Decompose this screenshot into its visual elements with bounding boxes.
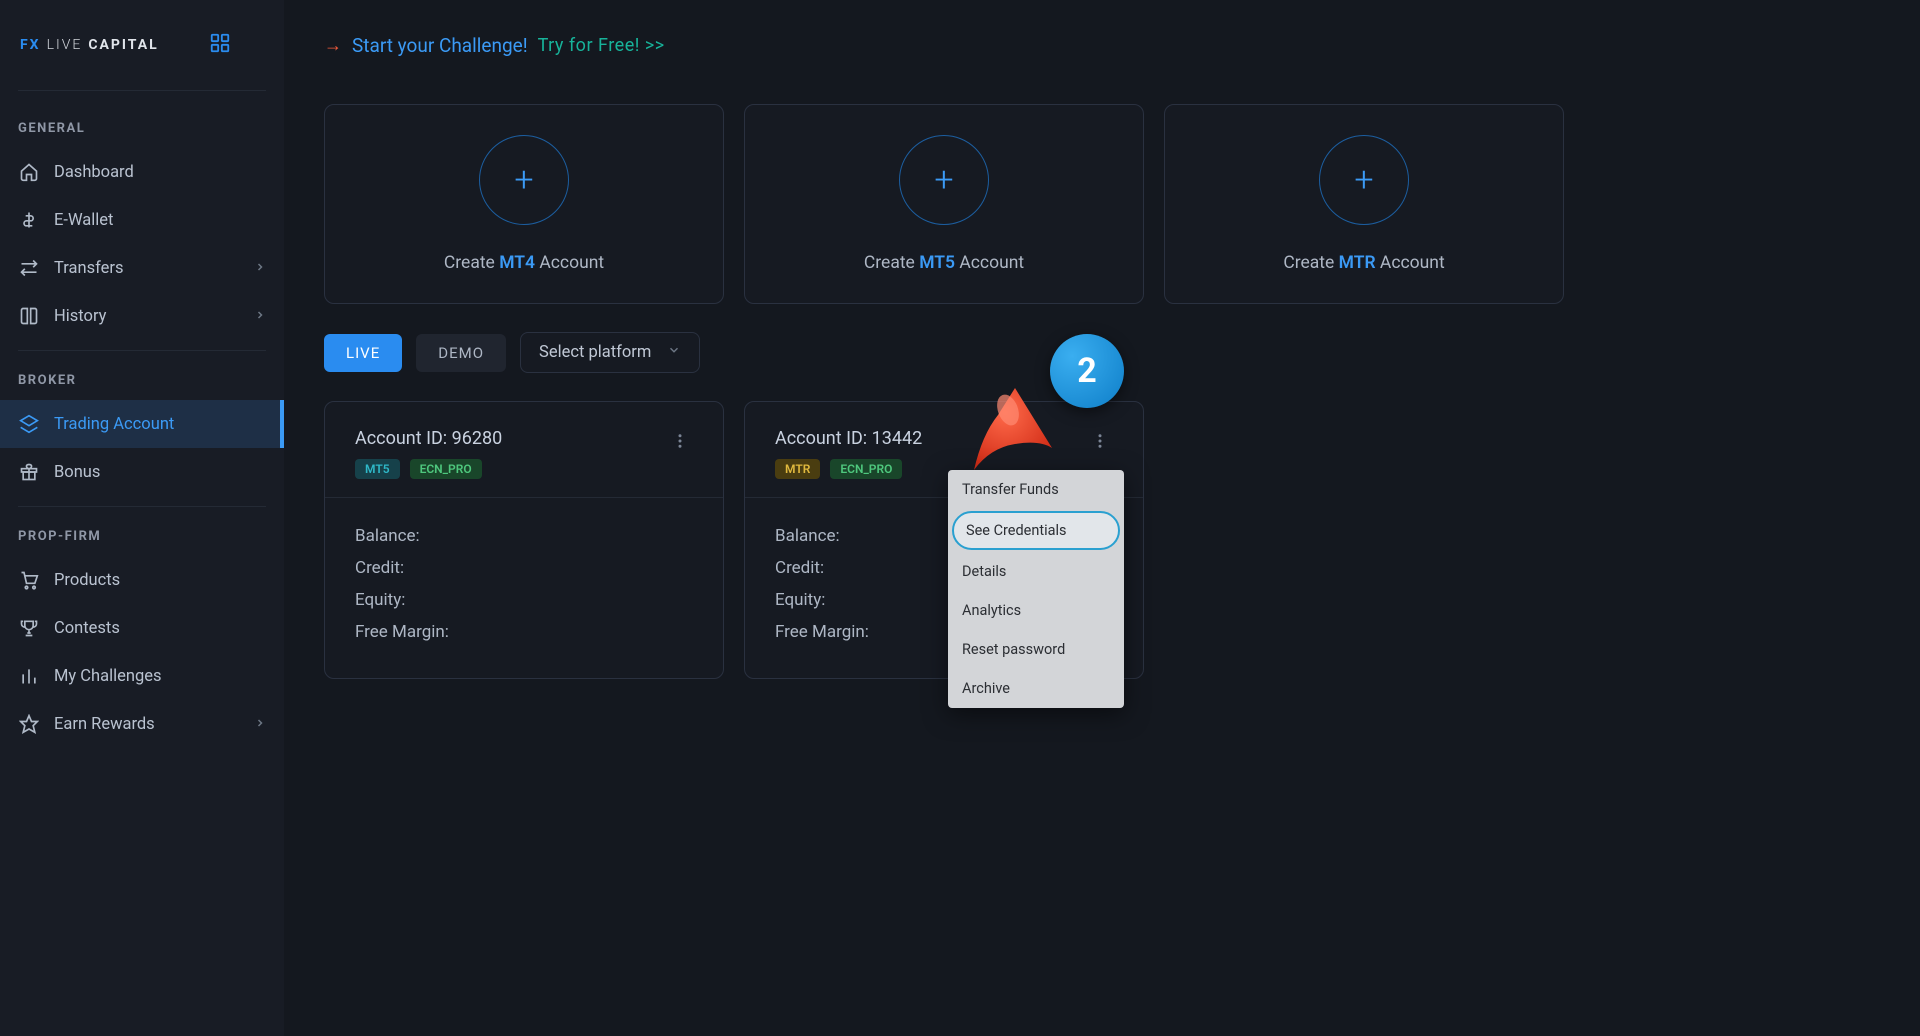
logo-capital: CAPITAL (88, 37, 158, 53)
dropdown-item-see-credentials[interactable]: See Credentials (952, 511, 1120, 550)
create-mt4-card[interactable]: + Create MT4 Account (324, 104, 724, 304)
plus-icon: + (899, 135, 989, 225)
sidebar-item-label: Earn Rewards (54, 715, 155, 734)
logo-live: LIVE (47, 37, 83, 53)
sidebar-item-label: History (54, 307, 107, 326)
chevron-right-icon (254, 259, 266, 278)
account-id: Account ID: 13442 (775, 428, 922, 449)
plus-icon: + (1319, 135, 1409, 225)
filter-live-button[interactable]: LIVE (324, 334, 402, 372)
topbar: → Start your Challenge! Try for Free! >> (284, 0, 1920, 90)
filter-demo-button[interactable]: DEMO (416, 334, 506, 372)
sidebar-item-label: Trading Account (54, 415, 174, 434)
dropdown-item-archive[interactable]: Archive (948, 669, 1124, 708)
sidebar-item-contests[interactable]: Contests (0, 604, 284, 652)
star-icon (18, 714, 40, 734)
chevron-right-icon (254, 307, 266, 326)
select-platform-label: Select platform (539, 343, 651, 362)
plus-icon: + (479, 135, 569, 225)
sidebar-item-label: Transfers (54, 259, 124, 278)
dollar-icon (18, 210, 40, 230)
account-header: Account ID: 96280 MT5 ECN_PRO (325, 402, 723, 497)
start-challenge-link[interactable]: Start your Challenge! (352, 34, 528, 57)
arrow-right-icon: → (324, 35, 342, 56)
annotation-step-badge: 2 (1050, 334, 1124, 408)
sidebar-item-ewallet[interactable]: E-Wallet (0, 196, 284, 244)
stat-row: Free Margin: (355, 616, 693, 648)
stat-row: Equity: (355, 584, 693, 616)
annotation-cursor-icon (960, 380, 1060, 484)
select-platform-dropdown[interactable]: Select platform (520, 332, 700, 373)
logo: FX LIVE CAPITAL (20, 37, 159, 53)
dropdown-item-details[interactable]: Details (948, 552, 1124, 591)
sidebar-top: FX LIVE CAPITAL (0, 0, 284, 90)
stat-row: Balance: (355, 520, 693, 552)
sidebar-divider (18, 506, 266, 507)
sidebar-item-label: Dashboard (54, 163, 134, 182)
try-free-link[interactable]: Try for Free! >> (538, 35, 665, 56)
sidebar-item-bonus[interactable]: Bonus (0, 448, 284, 496)
bar-chart-icon (18, 666, 40, 686)
tag-mt5: MT5 (355, 459, 400, 479)
tag-ecn-pro: ECN_PRO (410, 459, 482, 479)
sidebar-item-history[interactable]: History (0, 292, 284, 340)
create-card-label: Create MTR Account (1283, 253, 1444, 273)
sidebar-item-label: Bonus (54, 463, 100, 482)
dropdown-item-reset-password[interactable]: Reset password (948, 630, 1124, 669)
sidebar-item-trading-account[interactable]: Trading Account (0, 400, 284, 448)
stat-row: Credit: (355, 552, 693, 584)
sidebar-item-label: My Challenges (54, 667, 162, 686)
main-content: → Start your Challenge! Try for Free! >>… (284, 0, 1920, 1036)
account-body: Balance: Credit: Equity: Free Margin: (325, 498, 723, 678)
tag-mtr: MTR (775, 459, 820, 479)
create-cards-row: + Create MT4 Account + Create MT5 Accoun… (324, 104, 1880, 304)
sidebar-item-products[interactable]: Products (0, 556, 284, 604)
sidebar-item-dashboard[interactable]: Dashboard (0, 148, 284, 196)
trophy-icon (18, 618, 40, 638)
account-menu-button[interactable] (667, 428, 693, 458)
sidebar-section-broker: BROKER (0, 361, 284, 400)
sidebar-divider (18, 350, 266, 351)
create-mt5-card[interactable]: + Create MT5 Account (744, 104, 1144, 304)
account-menu-button[interactable] (1087, 428, 1113, 458)
layers-icon (18, 414, 40, 434)
book-icon (18, 306, 40, 326)
account-actions-dropdown: Transfer Funds See Credentials Details A… (948, 470, 1124, 708)
sidebar-item-label: E-Wallet (54, 211, 113, 230)
dropdown-item-analytics[interactable]: Analytics (948, 591, 1124, 630)
logo-fx: FX (20, 37, 41, 53)
account-id: Account ID: 96280 (355, 428, 502, 449)
sidebar-section-propfirm: PROP-FIRM (0, 517, 284, 556)
gift-icon (18, 462, 40, 482)
home-icon (18, 162, 40, 182)
chevron-right-icon (254, 715, 266, 734)
sidebar-item-label: Contests (54, 619, 120, 638)
cart-icon (18, 570, 40, 590)
sidebar-item-transfers[interactable]: Transfers (0, 244, 284, 292)
account-tags: MT5 ECN_PRO (355, 459, 502, 479)
sidebar: FX LIVE CAPITAL GENERAL Dashboard E-Wall… (0, 0, 284, 1036)
account-card: Account ID: 96280 MT5 ECN_PRO Balance: (324, 401, 724, 679)
create-card-label: Create MT5 Account (864, 253, 1024, 273)
account-tags: MTR ECN_PRO (775, 459, 922, 479)
sidebar-item-my-challenges[interactable]: My Challenges (0, 652, 284, 700)
sidebar-item-label: Products (54, 571, 120, 590)
create-mtr-card[interactable]: + Create MTR Account (1164, 104, 1564, 304)
sidebar-divider (18, 90, 266, 91)
sidebar-section-general: GENERAL (0, 109, 284, 148)
chevron-down-icon (667, 343, 681, 362)
transfers-icon (18, 258, 40, 278)
dropdown-item-transfer-funds[interactable]: Transfer Funds (948, 470, 1124, 509)
apps-grid-icon[interactable] (209, 32, 231, 58)
create-card-label: Create MT4 Account (444, 253, 604, 273)
sidebar-item-earn-rewards[interactable]: Earn Rewards (0, 700, 284, 748)
tag-ecn-pro: ECN_PRO (830, 459, 902, 479)
